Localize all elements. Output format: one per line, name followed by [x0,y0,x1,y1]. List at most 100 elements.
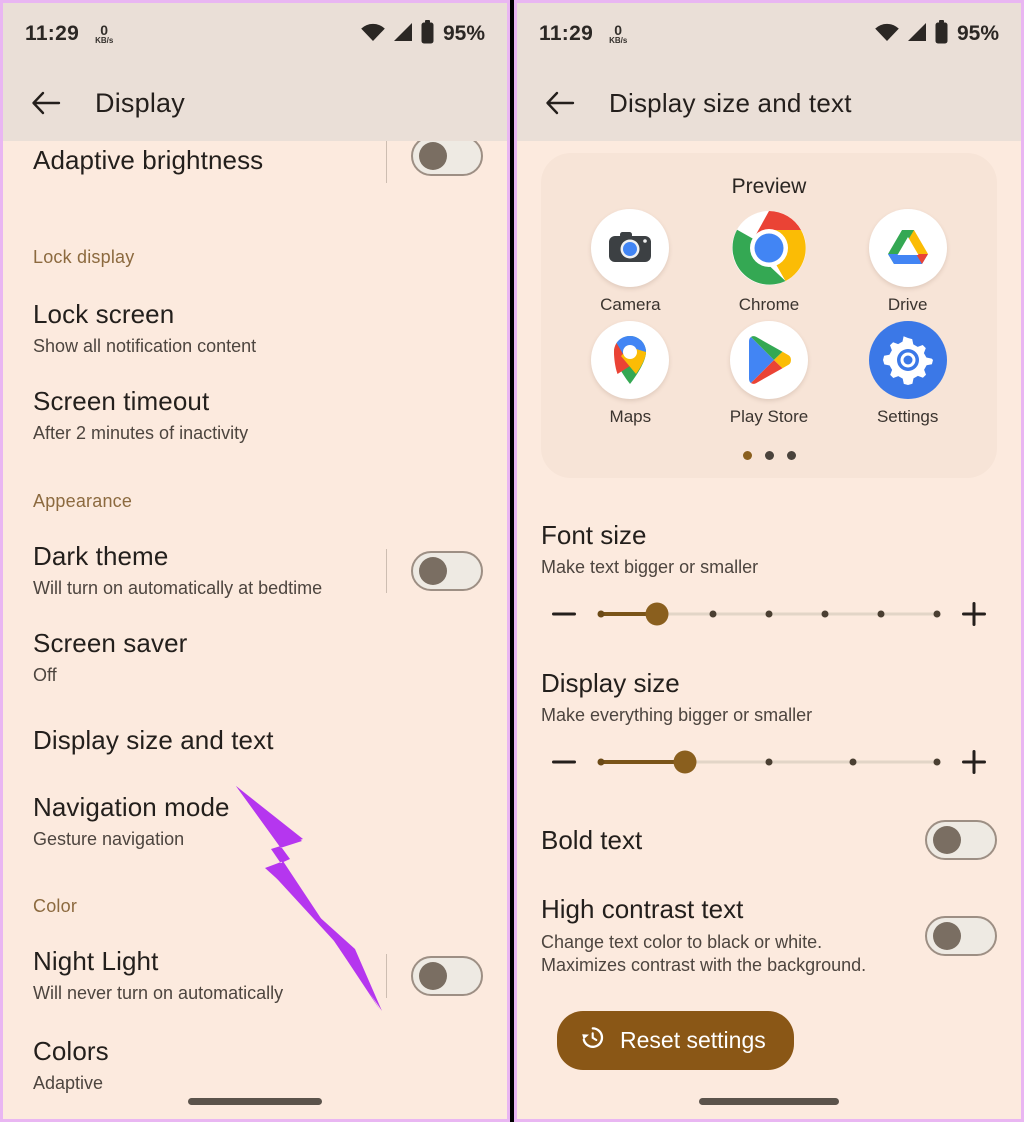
toggle-knob [419,556,447,585]
preview-app-grid: Camera Chrome Drive Maps Play Store Sett… [561,209,977,427]
reset-settings-button[interactable]: Reset settings [557,1011,794,1071]
setting-title: Screen timeout [33,386,210,417]
history-restore-icon [579,1024,606,1057]
setting-row-bold-text[interactable]: Bold text [517,820,1021,860]
setting-row-screen-timeout[interactable]: Screen timeout After 2 minutes of inacti… [3,387,507,444]
page-title: Display size and text [609,87,852,118]
chrome-app-icon [730,209,808,287]
toggle-knob [419,142,447,170]
setting-row-lock-screen[interactable]: Lock screen Show all notification conten… [3,299,507,357]
setting-row-colors[interactable]: Colors Adaptive [3,1036,507,1094]
camera-app-icon [591,209,670,287]
font-size-slider-row[interactable] [541,596,997,632]
page-dot-1[interactable] [742,451,752,460]
minus-icon [552,760,576,764]
setting-title: Dark theme [33,540,169,571]
display-size-increase-button[interactable] [951,744,997,780]
display-size-subtitle: Make everything bigger or smaller [541,705,813,725]
page-dot-2[interactable] [764,451,774,460]
left-settings-list[interactable]: Adaptive brightness Lock display Lock sc… [3,141,507,1119]
row-divider [386,141,387,183]
display-size-slider[interactable] [597,747,941,777]
slider-tick[interactable] [765,610,773,618]
section-label-color: Color [33,896,78,917]
high-contrast-text-title: High contrast text [541,894,744,924]
dark-theme-toggle[interactable] [411,550,483,591]
font-size-subtitle: Make text bigger or smaller [541,557,759,577]
slider-tick[interactable] [933,758,941,766]
font-size-slider-thumb[interactable] [645,602,669,626]
reset-settings-label: Reset settings [620,1027,766,1054]
dual-screenshot-stage: 11:29 0 KB/s 95% Display Adaptive bright… [0,0,1024,1122]
play-store-app-icon [729,321,808,399]
page-dot-3[interactable] [786,451,796,460]
status-bar-left: 11:29 0 KB/s 95% [3,3,507,65]
battery-percent: 95% [956,22,999,45]
slider-tick[interactable] [597,610,605,618]
display-size-section: Display size Make everything bigger or s… [517,668,1021,780]
toggle-knob [419,962,447,991]
wifi-icon [360,22,386,47]
slider-tick[interactable] [933,610,941,618]
status-bar-left-group: 11:29 0 KB/s [539,22,627,46]
status-bar-right-group: 95% [360,19,485,49]
home-gesture-pill[interactable] [699,1098,839,1105]
page-title: Display [95,87,185,118]
bold-text-toggle[interactable] [925,820,997,860]
network-speed-indicator: 0 KB/s [95,23,113,45]
preview-app-drive: Drive [838,209,977,315]
setting-subtitle: Will never turn on automatically [33,983,284,1004]
preview-card: Preview Camera Chrome Drive Maps Play St… [541,153,997,478]
app-label: Play Store [729,407,809,426]
slider-tick[interactable] [849,758,857,766]
home-gesture-pill[interactable] [188,1098,322,1105]
preview-app-play-store: Play Store [700,321,839,427]
display-size-decrease-button[interactable] [541,744,587,780]
setting-row-navigation-mode[interactable]: Navigation mode Gesture navigation [3,791,507,850]
setting-subtitle: Gesture navigation [33,828,185,849]
font-size-section: Font size Make text bigger or smaller [517,520,1021,632]
high-contrast-text-toggle[interactable] [925,916,997,956]
display-size-and-text-content[interactable]: Preview Camera Chrome Drive Maps Play St… [517,141,1021,1119]
font-size-slider[interactable] [597,599,941,629]
font-size-increase-button[interactable] [951,596,997,632]
font-size-title: Font size [541,520,647,550]
plus-icon [962,750,986,774]
app-label: Camera [600,295,661,314]
setting-subtitle: After 2 minutes of inactivity [33,423,249,444]
status-bar-right: 11:29 0 KB/s 95% [517,3,1021,65]
night-light-toggle[interactable] [411,956,483,997]
setting-title: Navigation mode [33,791,230,822]
slider-tick[interactable] [821,610,829,618]
battery-full-icon [934,19,949,49]
clock: 11:29 [539,22,594,45]
cellular-signal-icon [392,22,414,47]
setting-row-screen-saver[interactable]: Screen saver Off [3,629,507,686]
slider-tick[interactable] [765,758,773,766]
setting-row-dark-theme[interactable]: Dark theme Will turn on automatically at… [3,540,507,599]
setting-row-display-size-and-text[interactable]: Display size and text [3,717,507,765]
slider-tick[interactable] [709,610,717,618]
back-button[interactable] [25,82,67,124]
arrow-left-icon [546,91,575,115]
display-size-title: Display size [541,668,680,698]
setting-row-night-light[interactable]: Night Light Will never turn on automatic… [3,947,507,1004]
arrow-left-icon [32,91,61,115]
app-label: Maps [609,407,652,426]
setting-title: Screen saver [33,628,188,659]
font-size-decrease-button[interactable] [541,596,587,632]
setting-subtitle: Will turn on automatically at bedtime [33,577,323,598]
slider-tick[interactable] [597,758,605,766]
app-label: Settings [876,407,939,426]
display-size-slider-thumb[interactable] [673,750,697,774]
network-speed-unit: KB/s [609,36,628,46]
setting-row-high-contrast-text[interactable]: High contrast text Change text color to … [517,894,1021,977]
section-label-appearance: Appearance [33,490,133,511]
setting-row-adaptive-brightness[interactable]: Adaptive brightness [3,141,507,187]
slider-tick[interactable] [877,610,885,618]
preview-page-dots[interactable] [561,451,977,460]
display-size-slider-row[interactable] [541,744,997,780]
back-button[interactable] [539,82,581,124]
setting-title: Lock screen [33,299,175,329]
adaptive-brightness-toggle[interactable] [411,141,483,176]
